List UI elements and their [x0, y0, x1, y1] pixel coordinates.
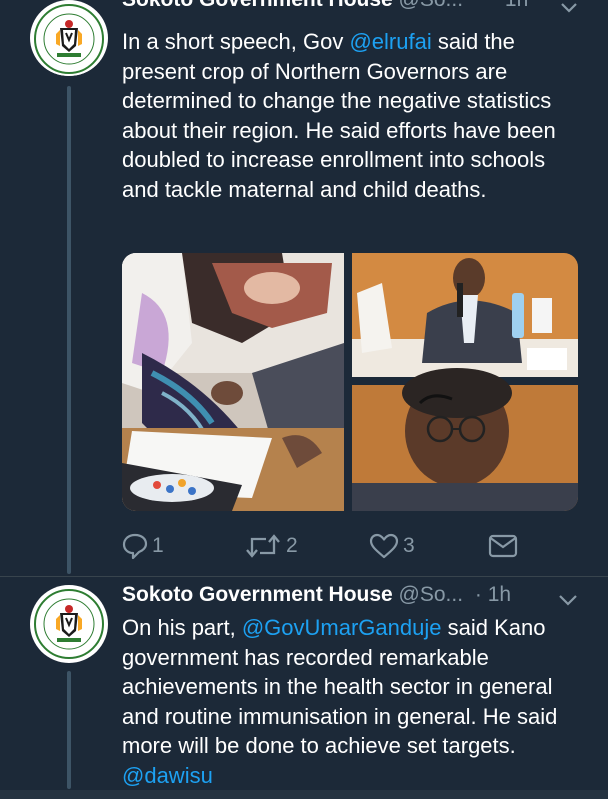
- display-name[interactable]: Sokoto Government House: [122, 583, 393, 606]
- reply-icon: [122, 533, 148, 560]
- reply-count: 1: [152, 534, 164, 557]
- mention-link[interactable]: @GovUmarGanduje: [242, 615, 442, 640]
- tweet-text: In a short speech, Gov @elrufai said the…: [122, 27, 582, 204]
- seal-icon: [31, 586, 107, 662]
- avatar[interactable]: [30, 0, 108, 76]
- timestamp[interactable]: 1h: [505, 0, 528, 11]
- retweet-icon: [246, 534, 280, 558]
- chevron-down-icon[interactable]: [560, 0, 578, 19]
- retweet-count: 2: [286, 534, 298, 557]
- tweet-text: On his part, @GovUmarGanduje said Kano g…: [122, 613, 582, 790]
- direct-message-button[interactable]: [488, 533, 518, 559]
- tweet-divider: [0, 576, 608, 577]
- mention-link[interactable]: @dawisu: [122, 763, 213, 788]
- retweet-button[interactable]: 2: [244, 532, 298, 560]
- tweet-header[interactable]: Sokoto Government House @So... 1h: [122, 0, 528, 12]
- photo-collage[interactable]: [122, 253, 578, 511]
- like-button[interactable]: 3: [369, 532, 415, 560]
- thread-line: [67, 86, 71, 574]
- display-name[interactable]: Sokoto Government House: [122, 0, 393, 11]
- tweet-header[interactable]: Sokoto Government House @So... · 1h: [122, 583, 511, 607]
- bottom-bar: [0, 790, 608, 799]
- reply-button[interactable]: 1: [122, 532, 164, 560]
- chevron-down-icon[interactable]: [558, 590, 578, 611]
- like-count: 3: [403, 534, 415, 557]
- username[interactable]: @So...: [399, 583, 464, 606]
- photo-collage-image[interactable]: [122, 253, 578, 511]
- seal-icon: [31, 1, 107, 76]
- heart-icon: [369, 533, 399, 559]
- tweet-text-part: On his part,: [122, 615, 242, 640]
- tweet-text-part: In a short speech, Gov: [122, 29, 350, 54]
- tweet-text-part: said the present crop of Northern Govern…: [122, 29, 556, 202]
- thread-line: [67, 671, 71, 789]
- timestamp[interactable]: · 1h: [475, 583, 511, 606]
- tweet-actions: 1 2 3: [122, 532, 592, 566]
- mention-link[interactable]: @elrufai: [349, 29, 431, 54]
- dm-icon: [488, 534, 518, 558]
- avatar[interactable]: [30, 585, 108, 663]
- username[interactable]: @So...: [399, 0, 464, 11]
